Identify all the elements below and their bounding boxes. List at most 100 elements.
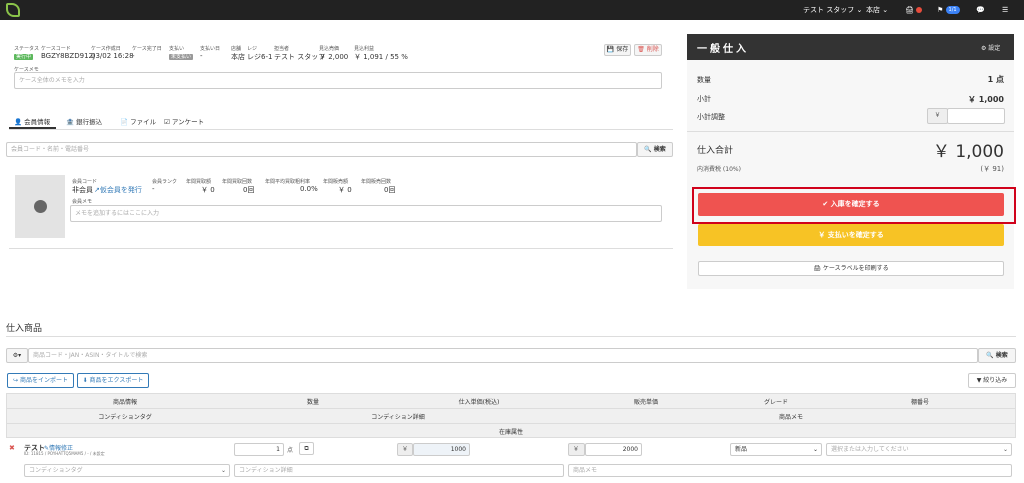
products-title: 仕入商品: [6, 324, 43, 334]
copy-icon[interactable]: ⧉: [299, 442, 314, 455]
tab-survey[interactable]: ☑ アンケート: [164, 116, 204, 126]
qty-unit: 点: [287, 447, 294, 454]
member-memo-label: 会員メモ: [72, 199, 93, 205]
top-navbar: テスト スタッフ ⌄ 本店 ⌄ 🖨 ⚑ 1/1 💬 ☰: [0, 0, 1024, 20]
col-product-memo: 商品メモ: [778, 414, 803, 421]
case-code-label: ケースコード: [41, 46, 71, 52]
col-stock-attr: 在庫属性: [498, 429, 523, 436]
header-line-2: [6, 423, 1016, 424]
avatar: [15, 175, 65, 238]
chevron-down-icon: ⌄: [812, 446, 818, 453]
rank-label: 会員ランク: [152, 179, 178, 185]
products-divider: [6, 336, 1016, 337]
staff-value: テスト スタッフ: [274, 53, 326, 61]
created-label: ケース作成日: [91, 46, 121, 52]
member-search-button[interactable]: 🔍 検索: [637, 142, 673, 157]
tab-member[interactable]: 👤 会員情報: [14, 116, 50, 126]
chevron-down-icon: ⌄: [220, 467, 226, 474]
store-value: 本店: [231, 53, 245, 61]
adjust-label: 小計調整: [697, 113, 725, 121]
confirm-stock-button[interactable]: ✔ 入庫を確定する: [698, 193, 1004, 216]
done-label: ケース完了日: [132, 46, 162, 52]
pay-label: 支払い: [169, 46, 185, 52]
case-memo-input[interactable]: ケース全体のメモを入力: [14, 72, 662, 89]
delete-button[interactable]: 🗑 削除: [634, 44, 662, 56]
export-button[interactable]: ⬇ 商品をエクスポート: [77, 373, 149, 388]
subtotal-label: 小計: [697, 95, 711, 103]
annual-buy-count-label: 年間買取回数: [222, 179, 253, 185]
created-value: 03/02 16:28: [91, 52, 134, 60]
register-value: レジ6-1: [247, 53, 273, 61]
condition-tag-select[interactable]: コンディションタグ ⌄: [24, 464, 230, 477]
annual-sales-count-value: 0回: [384, 186, 396, 194]
pay-status-badge: 未支払い: [169, 54, 194, 60]
save-button[interactable]: 💾 保存: [604, 44, 631, 56]
cost-input[interactable]: 1000: [413, 443, 470, 456]
col-product-info: 商品情報: [112, 399, 137, 406]
panel-title: 一般仕入: [697, 44, 749, 55]
import-button[interactable]: ↪ 商品をインポート: [7, 373, 74, 388]
profit-label: 見込利益: [354, 46, 375, 52]
condition-detail-input[interactable]: コンディション詳細: [234, 464, 564, 477]
settings-link[interactable]: ⚙ 設定: [981, 43, 1000, 52]
chat-icon[interactable]: 💬: [976, 0, 985, 20]
product-search-button[interactable]: 🔍 検索: [978, 348, 1016, 363]
tab-file[interactable]: 📄 ファイル: [120, 116, 156, 126]
remove-row-icon[interactable]: ✖: [9, 444, 15, 452]
grade-select[interactable]: 新品 ⌄: [730, 443, 822, 456]
filter-button[interactable]: ▼ 絞り込み: [968, 373, 1016, 388]
col-qty: 数量: [306, 399, 319, 406]
printer-status-dot: [916, 7, 923, 13]
search-options-dropdown[interactable]: ⚙▾: [6, 348, 28, 363]
header-line-1: [6, 408, 1016, 409]
menu-icon[interactable]: ☰: [1002, 0, 1008, 20]
status-badge: 実行中: [14, 54, 34, 60]
member-memo-input[interactable]: メモを追加するにはここに入力: [70, 205, 662, 222]
annual-rate-value: 0.0%: [300, 185, 318, 193]
paydate-value: -: [200, 52, 203, 60]
notification-badge: 1/1: [945, 6, 960, 14]
member-code-label: 会員コード: [72, 179, 98, 185]
member-divider: [9, 248, 673, 249]
price-value: ￥ 2,000: [319, 53, 349, 61]
staff-menu[interactable]: テスト スタッフ ⌄: [803, 0, 862, 20]
price-yen-addon: ￥: [568, 443, 585, 456]
flag-icon[interactable]: ⚑ 1/1: [937, 0, 960, 20]
adjust-input[interactable]: [947, 108, 1005, 124]
member-code-value: 非会員: [72, 186, 93, 194]
app-logo-icon[interactable]: [6, 3, 20, 17]
shelf-select[interactable]: 選択または入力してください ⌄: [826, 443, 1012, 456]
annual-buy-count-value: 0回: [243, 186, 255, 194]
adjust-yen-addon: ￥: [927, 108, 948, 124]
col-price: 販売単価: [633, 399, 658, 406]
tax-value: (￥ 91): [980, 165, 1004, 173]
tax-label: 内消費税 (10%): [697, 166, 741, 173]
qty-label: 数量: [697, 76, 711, 84]
printer-icon[interactable]: 🖨: [905, 0, 923, 20]
tab-bank[interactable]: 🏦 銀行振込: [66, 116, 102, 126]
product-memo-input[interactable]: 商品メモ: [568, 464, 1012, 477]
total-label: 仕入合計: [697, 146, 734, 156]
staff-label: 担当者: [274, 46, 290, 52]
status-label: ステータス: [14, 46, 40, 52]
paydate-label: 支払い日: [200, 46, 221, 52]
store-menu[interactable]: 本店 ⌄: [866, 0, 888, 20]
qty-value: 1 点: [987, 75, 1004, 84]
rank-value: -: [152, 185, 155, 193]
col-shelf: 棚番号: [910, 399, 929, 406]
product-search-input[interactable]: 商品コード・JAN・ASIN・タイトルで検索: [28, 348, 978, 363]
annual-sales-value: ￥ 0: [338, 186, 352, 194]
price-input[interactable]: 2000: [585, 443, 642, 456]
issue-temp-member-link[interactable]: ↗仮会員を発行: [94, 185, 142, 195]
price-label: 見込売価: [319, 46, 340, 52]
confirm-payment-button[interactable]: ￥ 支払いを確定する: [698, 224, 1004, 246]
annual-sales-label: 年間販売額: [323, 179, 349, 185]
user-icon: [34, 200, 47, 213]
case-code: BGZY8BZD912J: [41, 52, 96, 60]
print-case-label-button[interactable]: 🖨 ケースラベルを印刷する: [698, 261, 1004, 276]
qty-input[interactable]: 1: [234, 443, 284, 456]
done-value: -: [132, 52, 135, 60]
member-search-input[interactable]: 会員コード・名前・電話番号: [6, 142, 637, 157]
total-value: ￥ 1,000: [932, 142, 1004, 162]
annual-buy-label: 年間買取額: [186, 179, 212, 185]
